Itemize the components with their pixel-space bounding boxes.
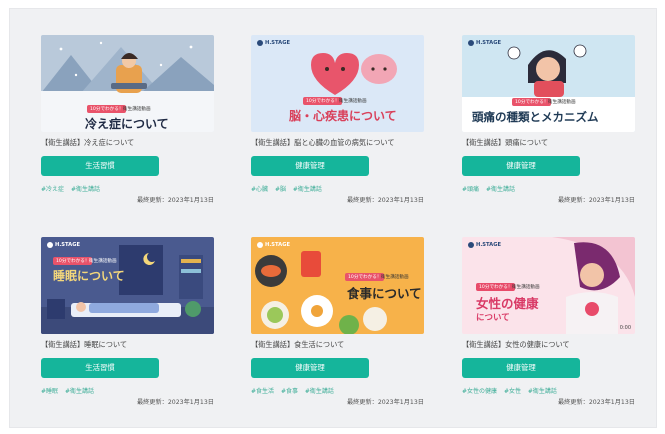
content-panel: 10分でわかる！ 衛生講話動画 冷え症について 【衛生講話】冷え症について 生活… (9, 8, 657, 428)
tag-link[interactable]: #衛生講話 (293, 186, 322, 193)
tag-link[interactable]: #衛生講話 (65, 388, 94, 395)
article-card: H.STAGE 10分でわかる！ 衛生講話動画 食事について 【衛生講話】食生活… (251, 237, 424, 406)
last-updated: 最終更新：2023年1月13日 (346, 197, 424, 204)
card-thumbnail[interactable]: H.STAGE 10分でわかる！ 衛生講話動画 脳・心疾患について (251, 35, 424, 132)
badge-sub-label: 衛生講話動画 (339, 99, 367, 104)
tag-list: #頭痛 #衛生講話 (462, 184, 520, 193)
tag-list: #心臓 #脳 #衛生講話 (251, 184, 327, 193)
card-title[interactable]: 【衛生講話】冷え症について (41, 138, 231, 148)
tag-link[interactable]: #心臓 (251, 186, 268, 193)
video-duration: 0:00 (619, 325, 631, 331)
tag-link[interactable]: #食生活 (251, 388, 274, 395)
tag-link[interactable]: #衛生講話 (528, 388, 557, 395)
badge-label: 10分でわかる！ (303, 97, 343, 105)
tag-link[interactable]: #睡眠 (41, 388, 58, 395)
last-updated: 最終更新：2023年1月13日 (557, 197, 635, 204)
banner-title: 食事について (347, 286, 422, 301)
badge-sub-label: 衛生講話動画 (548, 100, 576, 105)
article-card: H.STAGE 10分でわかる！ 衛生講話動画 頭痛の種類とメカニズム 【衛生講… (462, 35, 635, 204)
card-thumbnail[interactable]: H.STAGE 10分でわかる！ 衛生講話動画 頭痛の種類とメカニズム (462, 35, 635, 132)
tag-link[interactable]: #女性 (504, 388, 521, 395)
tag-list: #食生活 #食事 #衛生講話 (251, 386, 339, 395)
category-button[interactable]: 健康管理 (251, 156, 369, 176)
card-title[interactable]: 【衛生講話】女性の健康について (462, 340, 652, 350)
tag-list: #女性の健康 #女性 #衛生講話 (462, 386, 562, 395)
card-title[interactable]: 【衛生講話】睡眠について (41, 340, 231, 350)
badge-sub-label: 衛生講話動画 (512, 285, 540, 290)
last-updated: 最終更新：2023年1月13日 (557, 399, 635, 406)
bedroom-illustration (41, 245, 214, 334)
card-thumbnail[interactable]: H.STAGE 10分でわかる！ 衛生講話動画 睡眠について (41, 237, 214, 334)
article-card: H.STAGE 10分でわかる！ 衛生講話動画 睡眠について 【衛生講話】睡眠に… (41, 237, 214, 406)
last-updated: 最終更新：2023年1月13日 (136, 197, 214, 204)
card-title[interactable]: 【衛生講話】頭痛について (462, 138, 652, 148)
badge-label: 10分でわかる！ (345, 273, 385, 281)
banner-title: 頭痛の種類とメカニズム (472, 110, 599, 124)
tag-link[interactable]: #頭痛 (462, 186, 479, 193)
article-card: 10分でわかる！ 衛生講話動画 冷え症について 【衛生講話】冷え症について 生活… (41, 35, 214, 204)
article-card: H.STAGE 10分でわかる！ 衛生講話動画 脳・心疾患について 【衛生講話】… (251, 35, 424, 204)
article-card: H.STAGE 10分でわかる！ 衛生講話動画 女性の健康 について 0:00 … (462, 237, 635, 406)
card-title[interactable]: 【衛生講話】脳と心臓の血管の病気について (251, 138, 441, 148)
banner-title: 冷え症について (85, 117, 169, 131)
tag-link[interactable]: #女性の健康 (462, 388, 497, 395)
badge-label: 10分でわかる！ (512, 98, 552, 106)
tag-link[interactable]: #衛生講話 (486, 186, 515, 193)
banner-subtitle: について (476, 313, 510, 323)
category-button[interactable]: 健康管理 (251, 358, 369, 378)
banner-title: 脳・心疾患について (289, 109, 397, 123)
tag-link[interactable]: #食事 (281, 388, 298, 395)
tag-link[interactable]: #冷え症 (41, 186, 64, 193)
tag-list: #冷え症 #衛生講話 (41, 184, 105, 193)
badge-sub-label: 衛生講話動画 (381, 275, 409, 280)
category-button[interactable]: 健康管理 (462, 156, 580, 176)
tag-link[interactable]: #衛生講話 (71, 186, 100, 193)
last-updated: 最終更新：2023年1月13日 (136, 399, 214, 406)
category-button[interactable]: 生活習慣 (41, 358, 159, 378)
card-title[interactable]: 【衛生講話】食生活について (251, 340, 441, 350)
card-thumbnail[interactable]: H.STAGE 10分でわかる！ 衛生講話動画 食事について (251, 237, 424, 334)
banner-title: 睡眠について (53, 269, 125, 283)
badge-label: 10分でわかる！ (476, 283, 516, 291)
card-thumbnail[interactable]: H.STAGE 10分でわかる！ 衛生講話動画 女性の健康 について 0:00 (462, 237, 635, 334)
badge-label: 10分でわかる！ (53, 257, 93, 265)
badge-sub-label: 衛生講話動画 (123, 107, 151, 112)
last-updated: 最終更新：2023年1月13日 (346, 399, 424, 406)
category-button[interactable]: 健康管理 (462, 358, 580, 378)
card-thumbnail[interactable]: 10分でわかる！ 衛生講話動画 冷え症について (41, 35, 214, 132)
banner-title: 女性の健康 (476, 296, 539, 311)
tag-link[interactable]: #脳 (275, 186, 286, 193)
tag-link[interactable]: #衛生講話 (305, 388, 334, 395)
badge-sub-label: 衛生講話動画 (89, 259, 117, 264)
category-button[interactable]: 生活習慣 (41, 156, 159, 176)
badge-label: 10分でわかる！ (87, 105, 127, 113)
tag-list: #睡眠 #衛生講話 (41, 386, 99, 395)
